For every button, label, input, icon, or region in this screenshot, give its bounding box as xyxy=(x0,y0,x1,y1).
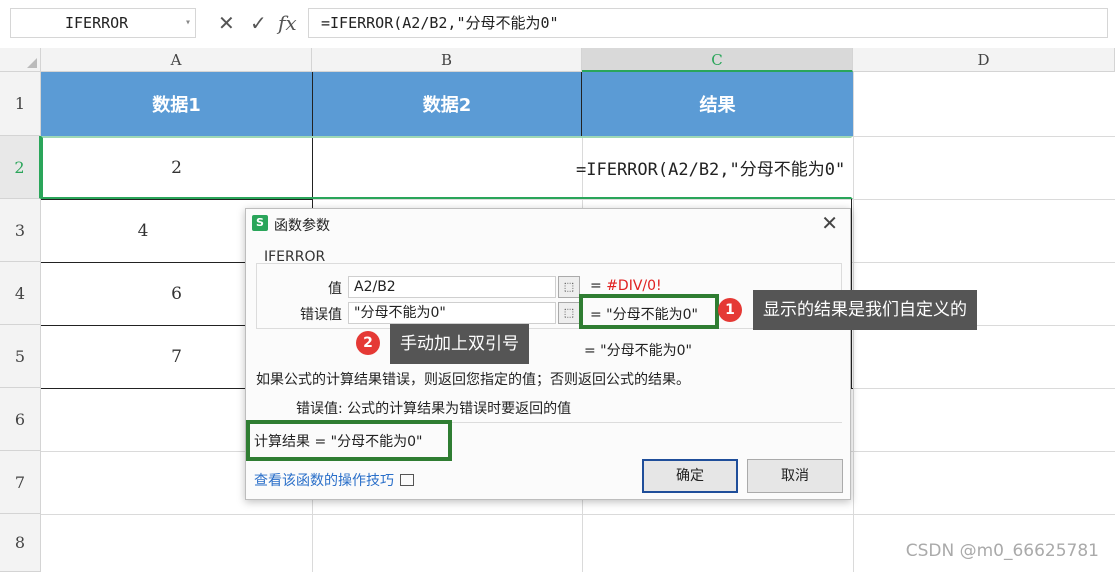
row-header-2[interactable]: 2 xyxy=(0,136,41,199)
table-border xyxy=(581,72,582,136)
select-all-corner[interactable] xyxy=(0,48,41,72)
param-input-error-value[interactable]: "分母不能为0" xyxy=(348,302,556,324)
row-header-7[interactable]: 7 xyxy=(0,451,41,514)
name-box[interactable]: IFERROR ▾ xyxy=(10,8,196,38)
column-header-d[interactable]: D xyxy=(853,48,1115,72)
param-label-value: 值 xyxy=(328,281,342,297)
ok-button[interactable]: 确定 xyxy=(642,459,738,493)
annotation-badge-2: 2 xyxy=(356,331,380,355)
column-header-a[interactable]: A xyxy=(41,48,312,72)
row-header-5[interactable]: 5 xyxy=(0,325,41,388)
close-icon[interactable]: ✕ xyxy=(218,8,235,38)
help-link[interactable]: 查看该函数的操作技巧 xyxy=(254,470,414,490)
header-cell-data2[interactable]: 数据2 xyxy=(312,72,582,136)
function-description: 如果公式的计算结果错误，则返回您指定的值；否则返回公式的结果。 xyxy=(256,372,690,388)
header-cell-data1[interactable]: 数据1 xyxy=(41,72,312,136)
range-select-icon[interactable]: ⬚ xyxy=(558,276,580,298)
function-result: = "分母不能为0" xyxy=(584,343,692,359)
row-header-1[interactable]: 1 xyxy=(0,72,41,136)
header-cell-result[interactable]: 结果 xyxy=(582,72,853,136)
fx-icon[interactable]: fx xyxy=(278,8,297,38)
annotation-badge-1: 1 xyxy=(718,298,742,322)
gridline xyxy=(41,514,1115,515)
cell-a3[interactable]: 4 xyxy=(41,199,245,262)
watermark: CSDN @m0_66625781 xyxy=(905,541,1099,561)
param-label-error-value: 错误值 xyxy=(300,307,342,323)
param-result-value: = #DIV/0! xyxy=(590,278,662,294)
dialog-title: 函数参数 xyxy=(274,218,330,234)
annotation-callout-1: 显示的结果是我们自定义的 xyxy=(753,290,977,330)
argument-description: 错误值: 公式的计算结果为错误时要返回的值 xyxy=(296,401,572,417)
formula-input[interactable]: =IFERROR(A2/B2,"分母不能为0" xyxy=(308,8,1108,38)
close-icon[interactable]: ✕ xyxy=(821,211,838,235)
chevron-down-icon[interactable]: ▾ xyxy=(185,9,191,37)
row-header-3[interactable]: 3 xyxy=(0,199,41,262)
name-box-value: IFERROR xyxy=(65,14,129,32)
annotation-callout-2: 手动加上双引号 xyxy=(390,324,529,364)
highlight-box xyxy=(246,420,452,461)
cell-c2-formula[interactable]: =IFERROR(A2/B2,"分母不能为0" xyxy=(576,155,845,180)
column-header-b[interactable]: B xyxy=(312,48,582,72)
wps-logo-icon: S xyxy=(252,215,268,231)
dialog-titlebar[interactable]: S 函数参数 ✕ xyxy=(246,209,850,239)
row-header-4[interactable]: 4 xyxy=(0,262,41,325)
formula-bar: IFERROR ▾ ✕ ✓ fx =IFERROR(A2/B2,"分母不能为0" xyxy=(0,0,1115,46)
video-icon xyxy=(400,474,414,486)
row-header-6[interactable]: 6 xyxy=(0,388,41,451)
column-header-c[interactable]: C xyxy=(582,48,853,72)
check-icon[interactable]: ✓ xyxy=(250,8,267,38)
param-input-value[interactable]: A2/B2 xyxy=(348,276,556,298)
row-header-8[interactable]: 8 xyxy=(0,514,41,572)
range-select-icon[interactable]: ⬚ xyxy=(558,302,580,324)
highlight-box xyxy=(579,294,719,329)
cancel-button[interactable]: 取消 xyxy=(747,459,843,493)
